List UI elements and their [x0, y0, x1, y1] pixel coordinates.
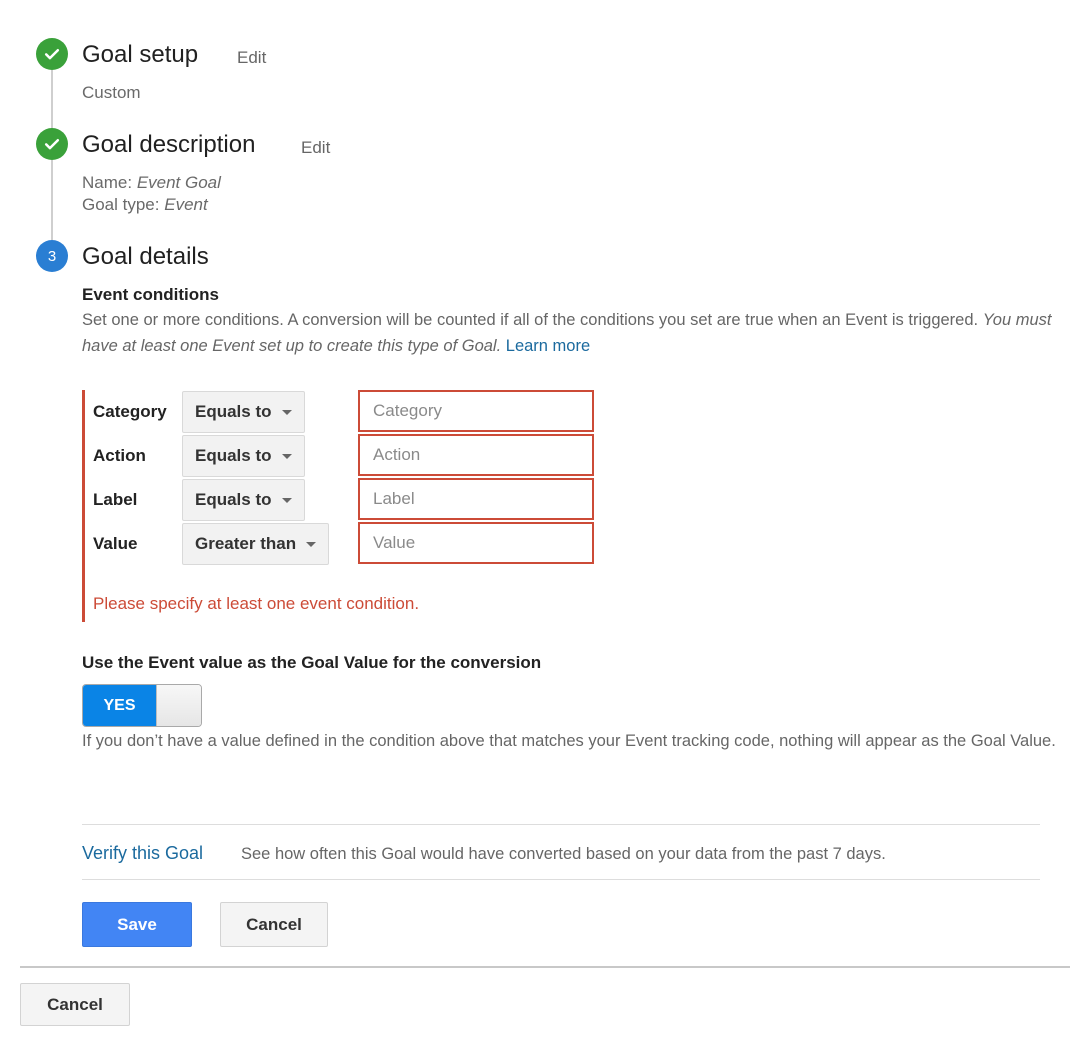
chevron-down-icon: [281, 453, 292, 459]
learn-more-link[interactable]: Learn more: [506, 337, 590, 355]
check-icon: [44, 139, 60, 150]
condition-label: Value: [93, 534, 138, 553]
step-1-title: Goal setup: [82, 41, 199, 68]
category-input[interactable]: [358, 390, 594, 432]
toggle-on-label: YES: [83, 685, 156, 726]
operator-value: Equals to: [195, 490, 272, 509]
goal-value-heading: Use the Event value as the Goal Value fo…: [82, 653, 542, 672]
action-operator-dropdown[interactable]: Equals to: [182, 435, 305, 477]
chevron-down-icon: [306, 541, 317, 547]
type-label: Goal type:: [82, 195, 160, 214]
check-icon: [44, 49, 60, 60]
action-input[interactable]: [358, 434, 594, 476]
condition-label: Category: [93, 402, 167, 421]
step-connector: [51, 160, 53, 240]
name-label: Name:: [82, 173, 133, 192]
value-operator-dropdown[interactable]: Greater than: [182, 523, 330, 565]
verify-description: See how often this Goal would have conve…: [241, 845, 886, 863]
description-text: Set one or more conditions. A conversion…: [82, 311, 979, 329]
chevron-down-icon: [281, 497, 292, 503]
footer-divider: [20, 966, 1070, 968]
condition-label: Label: [93, 490, 138, 509]
save-button[interactable]: Save: [82, 902, 192, 947]
label-input[interactable]: [358, 478, 594, 520]
goal-value-help: If you don’t have a value defined in the…: [82, 732, 1056, 750]
condition-row-value: Value Greater than: [85, 522, 645, 566]
operator-value: Equals to: [195, 446, 272, 465]
value-input[interactable]: [358, 522, 594, 564]
condition-error-message: Please specify at least one event condit…: [93, 594, 420, 613]
footer-cancel-button[interactable]: Cancel: [20, 983, 130, 1026]
event-conditions-description: Set one or more conditions. A conversion…: [82, 307, 1062, 359]
cancel-button[interactable]: Cancel: [220, 902, 328, 947]
step-3-title: Goal details: [82, 243, 209, 270]
name-value: Event Goal: [136, 173, 221, 192]
step-2-name: Name: Event Goal: [82, 172, 221, 194]
step-2-complete-icon: [36, 128, 68, 160]
goal-value-toggle[interactable]: YES: [82, 684, 202, 727]
type-value: Event: [164, 195, 208, 214]
step-connector: [51, 70, 53, 130]
event-conditions-group: Category Equals to Action Equals to Labe…: [82, 390, 642, 622]
step-2-type: Goal type: Event: [82, 194, 208, 216]
step-1-edit-link[interactable]: Edit: [237, 47, 266, 69]
operator-value: Equals to: [195, 402, 272, 421]
event-conditions-heading: Event conditions: [82, 285, 219, 304]
divider: [82, 824, 1040, 825]
label-operator-dropdown[interactable]: Equals to: [182, 479, 305, 521]
divider: [82, 879, 1040, 880]
operator-value: Greater than: [195, 534, 297, 553]
step-1-summary: Custom: [82, 83, 141, 102]
verify-goal-link[interactable]: Verify this Goal: [82, 843, 203, 864]
condition-row-category: Category Equals to: [85, 390, 645, 434]
chevron-down-icon: [281, 409, 292, 415]
condition-label: Action: [93, 446, 146, 465]
step-2-title: Goal description: [82, 131, 256, 158]
condition-row-label: Label Equals to: [85, 478, 645, 522]
category-operator-dropdown[interactable]: Equals to: [182, 391, 305, 433]
step-1-complete-icon: [36, 38, 68, 70]
step-3-number-icon: 3: [36, 240, 68, 272]
condition-row-action: Action Equals to: [85, 434, 645, 478]
step-2-edit-link[interactable]: Edit: [301, 137, 330, 159]
toggle-knob: [156, 685, 201, 726]
